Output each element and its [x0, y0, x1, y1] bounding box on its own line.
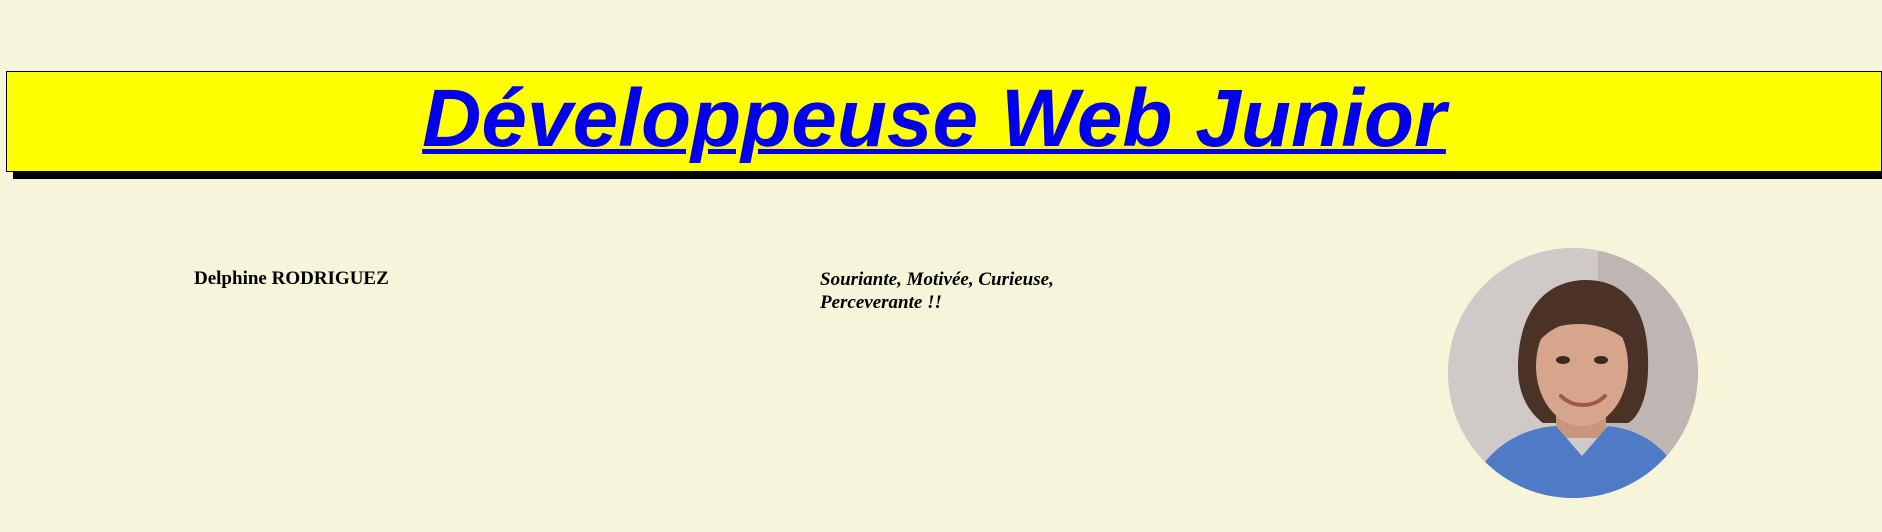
- header-banner: Développeuse Web Junior: [6, 71, 1882, 172]
- profile-name: Delphine RODRIGUEZ: [194, 268, 389, 289]
- avatar-illustration: [1448, 248, 1698, 498]
- profile-photo: [1448, 248, 1698, 498]
- profile-tagline: Souriante, Motivée, Curieuse, Perceveran…: [820, 269, 1054, 313]
- left-eye: [1556, 356, 1570, 364]
- right-eye: [1594, 356, 1608, 364]
- page-title-link[interactable]: Développeuse Web Junior: [422, 72, 1446, 166]
